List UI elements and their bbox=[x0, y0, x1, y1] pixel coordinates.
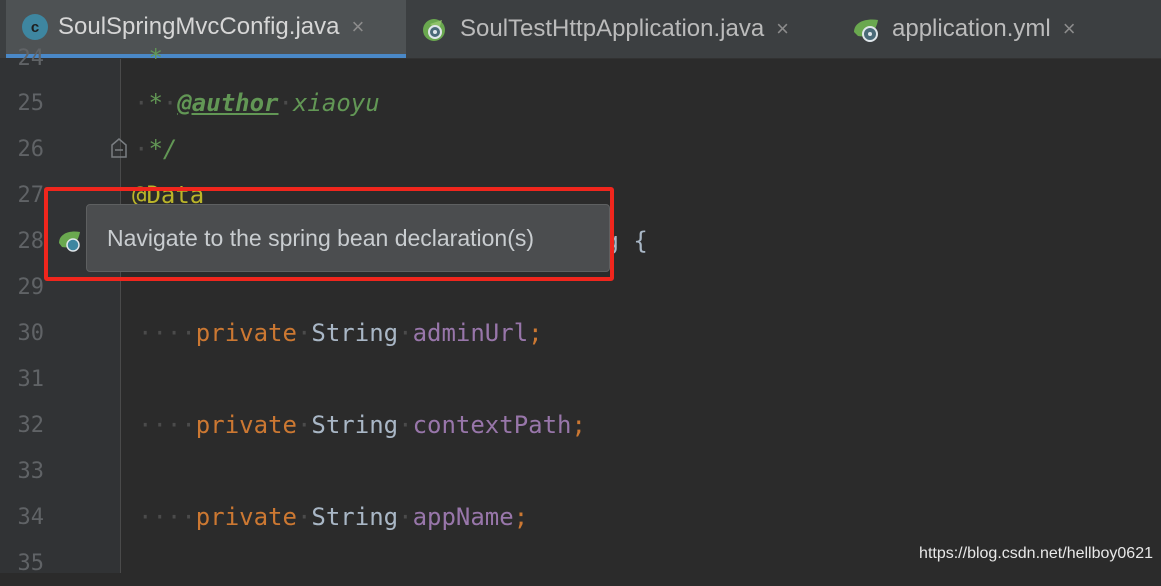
code-editor[interactable]: 24 * 25 ·*·@author·xiaoyu 26 ·*/ 27 @Dat… bbox=[0, 44, 1161, 576]
watermark: https://blog.csdn.net/hellboy0621 bbox=[919, 545, 1153, 562]
code-text: ·*/ bbox=[134, 135, 178, 163]
highlight-box bbox=[44, 187, 614, 281]
code-text: ····private·String·contextPath; bbox=[138, 411, 586, 439]
line-number: 32 bbox=[17, 412, 45, 438]
line-number: 25 bbox=[17, 90, 45, 116]
code-line: 32 ····private·String·contextPath; bbox=[0, 402, 1161, 448]
line-number: 29 bbox=[17, 274, 45, 300]
code-line: 31 bbox=[0, 356, 1161, 402]
code-text: * bbox=[134, 44, 163, 72]
line-number: 34 bbox=[17, 504, 45, 530]
code-line: 24 * bbox=[0, 35, 1161, 81]
line-number: 28 bbox=[17, 228, 45, 254]
line-number: 35 bbox=[17, 550, 45, 576]
code-text: ····private·String·adminUrl; bbox=[138, 319, 543, 347]
code-text: ····private·String·appName; bbox=[138, 503, 529, 531]
line-number: 27 bbox=[17, 182, 45, 208]
code-line: 25 ·*·@author·xiaoyu bbox=[0, 80, 1161, 126]
code-line: 30 ····private·String·adminUrl; bbox=[0, 310, 1161, 356]
code-line: 33 bbox=[0, 448, 1161, 494]
code-line: 34 ····private·String·appName; bbox=[0, 494, 1161, 540]
line-number: 30 bbox=[17, 320, 45, 346]
line-number: 26 bbox=[17, 136, 45, 162]
code-text: ·*·@author·xiaoyu bbox=[134, 89, 380, 117]
fold-icon[interactable] bbox=[110, 137, 128, 159]
line-number: 24 bbox=[17, 45, 45, 71]
code-line: 26 ·*/ bbox=[0, 126, 1161, 172]
line-number: 31 bbox=[17, 366, 45, 392]
line-number: 33 bbox=[17, 458, 45, 484]
